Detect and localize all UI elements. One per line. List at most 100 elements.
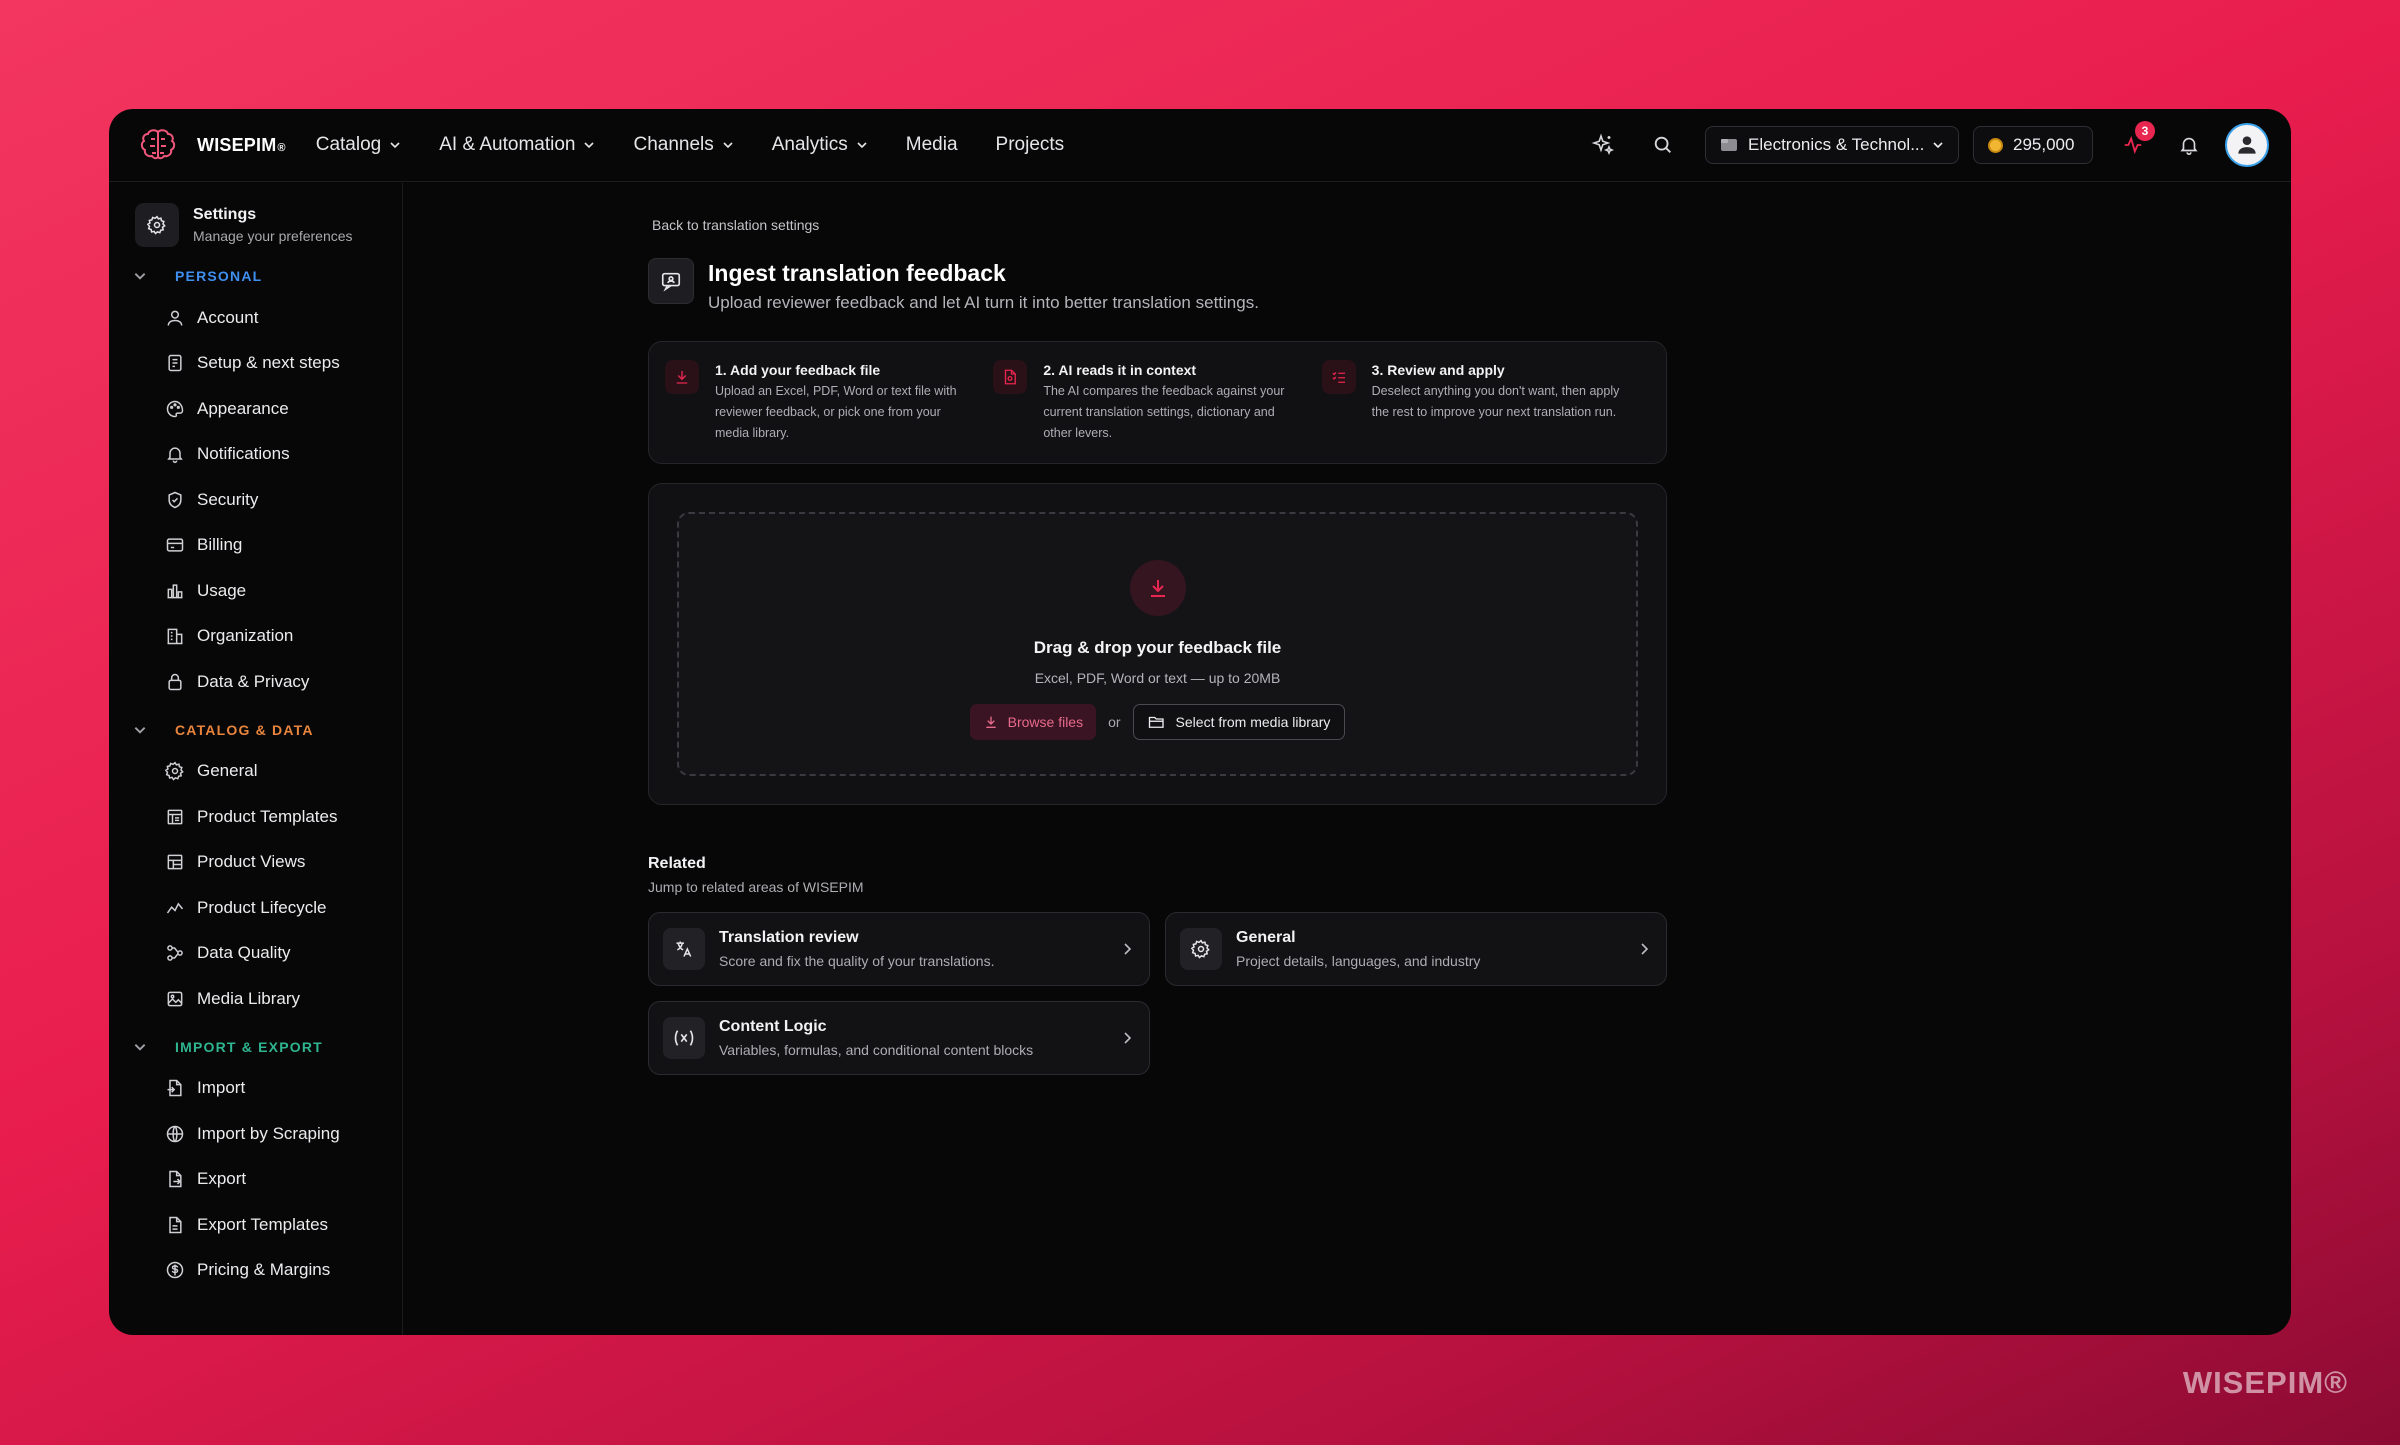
- chevron-down-icon: [584, 142, 595, 149]
- dropzone-actions: Browse files or Select from media librar…: [679, 704, 1636, 740]
- sidebar-item-organization[interactable]: Organization: [109, 614, 402, 660]
- building-icon: [167, 628, 183, 645]
- related-card-general[interactable]: General Project details, languages, and i…: [1165, 912, 1667, 986]
- sidebar-item-product-views[interactable]: Product Views: [109, 840, 402, 886]
- upload-download-icon: [1129, 560, 1186, 616]
- chevron-right-icon: [1124, 1032, 1132, 1044]
- search-icon: [1654, 136, 1671, 153]
- section-import-export[interactable]: IMPORT & EXPORT: [109, 1028, 402, 1066]
- sidebar-item-import-scraping[interactable]: Import by Scraping: [109, 1111, 402, 1157]
- sidebar-item-export[interactable]: Export: [109, 1157, 402, 1203]
- section-personal[interactable]: PERSONAL: [109, 257, 402, 295]
- dollar-circle-icon: [166, 1262, 184, 1279]
- step-3: 3. Review and apply Deselect anything you…: [1321, 360, 1650, 445]
- dropzone[interactable]: Drag & drop your feedback file Excel, PD…: [677, 512, 1638, 776]
- related-section: Related Jump to related areas of WISEPIM: [648, 855, 864, 895]
- trend-line-icon: [166, 902, 184, 914]
- logo[interactable]: WISEPIM®: [137, 124, 286, 166]
- dropzone-hint: Excel, PDF, Word or text — up to 20MB: [1034, 670, 1281, 686]
- sidebar-item-usage[interactable]: Usage: [109, 568, 402, 614]
- download-icon: [665, 360, 699, 394]
- lock-icon: [168, 673, 182, 690]
- translate-icon: [663, 928, 705, 970]
- browse-files-button[interactable]: Browse files: [969, 704, 1097, 740]
- globe-icon: [166, 1125, 184, 1142]
- gear-icon: [165, 761, 184, 781]
- nav-media[interactable]: Media: [906, 134, 958, 156]
- list-check-icon: [1321, 360, 1356, 394]
- top-right-controls: Electronics & Technol... 295,000 3: [1585, 121, 2269, 167]
- sidebar-item-pricing-margins[interactable]: Pricing & Margins: [109, 1248, 402, 1294]
- image-icon: [167, 991, 183, 1007]
- sidebar-item-media-library[interactable]: Media Library: [109, 976, 402, 1022]
- chevron-right-icon: [1124, 943, 1132, 955]
- section-label: PERSONAL: [175, 268, 263, 284]
- sidebar-item-export-templates[interactable]: Export Templates: [109, 1202, 402, 1248]
- sidebar-item-data-quality[interactable]: Data Quality: [109, 931, 402, 977]
- page-header: Ingest translation feedback Upload revie…: [648, 258, 1259, 313]
- chevron-down-icon: [723, 142, 733, 149]
- nav-ai-automation[interactable]: AI & Automation: [439, 134, 595, 156]
- chevron-down-icon: [134, 726, 146, 734]
- related-subtitle: Jump to related areas of WISEPIM: [648, 879, 864, 895]
- select-media-library-button[interactable]: Select from media library: [1132, 704, 1346, 740]
- brand-name: WISEPIM®: [197, 134, 286, 155]
- page-subtitle: Upload reviewer feedback and let AI turn…: [708, 293, 1259, 312]
- related-card-content-logic[interactable]: Content Logic Variables, formulas, and co…: [648, 1001, 1150, 1075]
- credits-badge[interactable]: 295,000: [1973, 126, 2093, 164]
- shield-icon: [168, 491, 182, 509]
- chevron-down-icon: [134, 273, 146, 280]
- sidebar-item-security[interactable]: Security: [109, 477, 402, 523]
- sidebar-item-import[interactable]: Import: [109, 1066, 402, 1112]
- workflow-icon: [167, 945, 183, 962]
- chevron-down-icon: [1933, 142, 1943, 149]
- nav-analytics[interactable]: Analytics: [772, 134, 868, 156]
- main-content: Back to translation settings Ingest tran…: [404, 183, 2291, 1335]
- chevron-down-icon: [857, 142, 867, 149]
- sidebar-item-billing[interactable]: Billing: [109, 523, 402, 569]
- sidebar-item-notifications[interactable]: Notifications: [109, 432, 402, 478]
- or-separator: or: [1108, 714, 1121, 730]
- sidebar-item-general[interactable]: General: [109, 749, 402, 795]
- file-export-icon: [169, 1171, 182, 1188]
- file-template-icon: [169, 1216, 182, 1233]
- folder-icon: [1721, 139, 1737, 151]
- user-icon: [167, 310, 183, 326]
- sidebar-item-data-privacy[interactable]: Data & Privacy: [109, 659, 402, 705]
- ai-sparkle-button[interactable]: [1585, 127, 1621, 163]
- related-title: Related: [648, 855, 706, 872]
- download-icon: [985, 716, 996, 728]
- user-avatar[interactable]: [2225, 123, 2269, 167]
- top-bar: WISEPIM® Catalog AI & Automation Channel…: [109, 109, 2291, 182]
- chevron-down-icon: [134, 1043, 146, 1051]
- sidebar-item-appearance[interactable]: Appearance: [109, 386, 402, 432]
- nav-projects[interactable]: Projects: [996, 134, 1065, 156]
- back-link[interactable]: Back to translation settings: [652, 217, 819, 233]
- sidebar-item-product-lifecycle[interactable]: Product Lifecycle: [109, 885, 402, 931]
- main-nav: Catalog AI & Automation Channels Analyti…: [316, 134, 1102, 156]
- chevron-down-icon: [390, 142, 400, 149]
- dropzone-title: Drag & drop your feedback file: [1033, 638, 1282, 657]
- search-button[interactable]: [1645, 127, 1681, 163]
- step-2: 2. AI reads it in context The AI compares…: [993, 360, 1321, 445]
- feedback-icon: [648, 258, 694, 304]
- related-card-translation-review[interactable]: Translation review Score and fix the qual…: [648, 912, 1150, 986]
- sidebar-item-account[interactable]: Account: [109, 295, 402, 341]
- credit-card-icon: [166, 538, 184, 552]
- template-icon: [167, 809, 183, 825]
- section-catalog-data[interactable]: CATALOG & DATA: [109, 711, 402, 749]
- sidebar-item-product-templates[interactable]: Product Templates: [109, 794, 402, 840]
- user-icon: [2238, 136, 2256, 154]
- notifications-button[interactable]: [2171, 127, 2207, 163]
- bar-chart-icon: [167, 584, 183, 599]
- grid-view-icon: [167, 854, 183, 870]
- sparkle-icon: [1591, 133, 1615, 156]
- page-title: Ingest translation feedback: [708, 260, 1006, 286]
- nav-channels[interactable]: Channels: [633, 134, 733, 156]
- sidebar-item-setup[interactable]: Setup & next steps: [109, 341, 402, 387]
- project-selector[interactable]: Electronics & Technol...: [1705, 126, 1959, 164]
- activity-button[interactable]: 3: [2115, 121, 2155, 163]
- nav-catalog[interactable]: Catalog: [316, 134, 402, 156]
- section-label: IMPORT & EXPORT: [175, 1038, 323, 1055]
- settings-title: Settings: [193, 206, 257, 223]
